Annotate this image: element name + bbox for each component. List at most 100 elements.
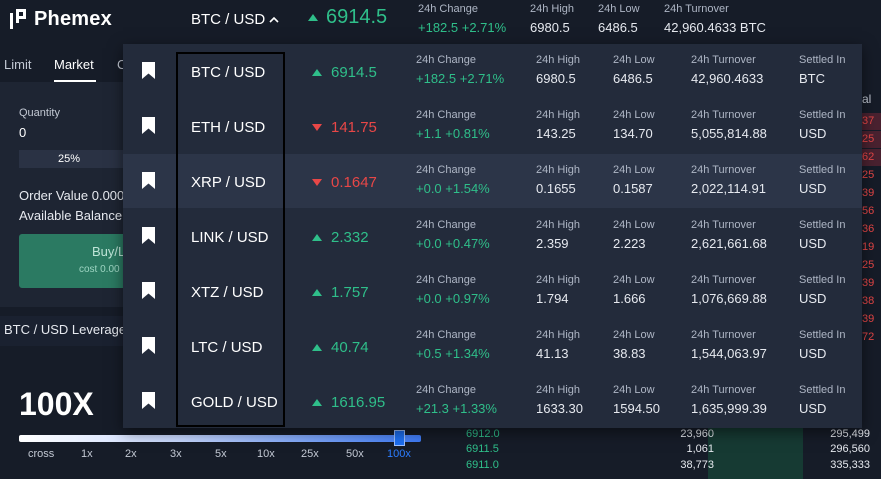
market-high-cell: 24h High 0.1655 [536, 164, 580, 196]
market-turnover-cell: 24h Turnover 1,635,999.39 [691, 384, 767, 416]
market-low-cell: 24h Low 2.223 [613, 219, 655, 251]
bookmark-icon[interactable] [142, 227, 155, 244]
market-low-value: 134.70 [613, 126, 653, 141]
orderbook-edge-number: 39 [862, 277, 875, 289]
leverage-tick-active[interactable]: 100x [387, 448, 411, 460]
market-last-price: 1.757 [312, 284, 369, 301]
market-settled-value: USD [799, 236, 827, 251]
leverage-tick[interactable]: 5x [215, 448, 227, 460]
market-turnover-value: 2,621,661.68 [691, 236, 767, 251]
chevron-up-icon [269, 16, 279, 23]
market-settled-cell: Settled In USD [799, 384, 845, 416]
market-settled-value: USD [799, 181, 827, 196]
orderbook-size: 1,061 [686, 443, 714, 455]
tab-limit[interactable]: Limit [4, 57, 31, 72]
market-high-cell: 24h High 1.794 [536, 274, 580, 306]
market-change-value: +21.3 +1.33% [416, 401, 497, 416]
column-label: Settled In [799, 109, 846, 121]
market-last-price-value: 2.332 [331, 229, 369, 246]
market-turnover-value: 1,635,999.39 [691, 401, 767, 416]
leverage-tick[interactable]: 3x [170, 448, 182, 460]
price-up-icon [312, 289, 322, 296]
market-low-value: 1594.50 [613, 401, 660, 416]
leverage-tick[interactable]: 25x [301, 448, 319, 460]
column-label: 24h Turnover [691, 219, 756, 231]
leverage-slider[interactable] [19, 435, 421, 442]
market-change-value: +1.1 +0.81% [416, 126, 490, 141]
market-settled-value: BTC [799, 71, 825, 86]
bookmark-icon[interactable] [142, 117, 155, 134]
leverage-tick[interactable]: 50x [346, 448, 364, 460]
market-change-value: +0.5 +1.34% [416, 346, 490, 361]
header-stat-change: 24h Change +182.5 +2.71% [418, 3, 506, 35]
bookmark-icon[interactable] [142, 337, 155, 354]
column-label: 24h High [536, 274, 581, 286]
logo-text: Phemex [34, 8, 112, 30]
market-last-price: 2.332 [312, 229, 369, 246]
column-label: 24h Turnover [691, 54, 756, 66]
header-stat-label: 24h Low [598, 3, 640, 15]
orderbook-edge-number: 37 [862, 115, 875, 127]
leverage-tick[interactable]: 2x [125, 448, 137, 460]
orderbook-edge-label: al [862, 92, 872, 106]
market-high-cell: 24h High 143.25 [536, 109, 580, 141]
leverage-slider-handle[interactable] [394, 430, 405, 446]
market-last-price: 6914.5 [312, 64, 377, 81]
market-last-price-value: 1616.95 [331, 394, 386, 411]
market-change-value: +0.0 +1.54% [416, 181, 490, 196]
price-down-icon [312, 179, 322, 186]
logo[interactable]: Phemex [10, 8, 112, 31]
market-turnover-cell: 24h Turnover 2,621,661.68 [691, 219, 767, 251]
column-label: 24h Turnover [691, 384, 756, 396]
bid-depth-bar [708, 459, 803, 479]
market-low-value: 2.223 [613, 236, 646, 251]
pair-selector[interactable]: BTC / USD [191, 11, 279, 28]
header-last-price: 6914.5 [308, 6, 387, 29]
market-turnover-cell: 24h Turnover 5,055,814.88 [691, 109, 767, 141]
market-change-cell: 24h Change +0.0 +0.97% [416, 274, 490, 306]
leverage-tick[interactable]: cross [28, 448, 54, 460]
column-label: 24h Change [416, 109, 476, 121]
orderbook-edge-number: 25 [862, 259, 875, 271]
bookmark-icon[interactable] [142, 172, 155, 189]
cost-label: cost 0.00 [79, 264, 120, 275]
column-label: 24h Turnover [691, 329, 756, 341]
price-up-icon [312, 399, 322, 406]
tab-market[interactable]: Market [54, 57, 94, 72]
symbol-column-outline [176, 52, 285, 427]
orderbook-row[interactable]: 6911.0 38,773 335,333 [440, 459, 881, 479]
order-value-label: Order Value 0.000 [19, 188, 125, 203]
market-low-value: 38.83 [613, 346, 646, 361]
market-settled-cell: Settled In USD [799, 109, 845, 141]
market-high-value: 41.13 [536, 346, 569, 361]
quantity-input[interactable]: 0 [19, 125, 26, 140]
price-up-icon [308, 14, 318, 21]
market-turnover-value: 2,022,114.91 [691, 181, 766, 196]
market-low-cell: 24h Low 1594.50 [613, 384, 660, 416]
market-low-cell: 24h Low 0.1587 [613, 164, 655, 196]
leverage-tick[interactable]: 10x [257, 448, 275, 460]
bookmark-icon[interactable] [142, 282, 155, 299]
market-high-value: 0.1655 [536, 181, 576, 196]
market-high-value: 143.25 [536, 126, 576, 141]
orderbook-edge-number: 19 [862, 241, 875, 253]
market-last-price-value: 141.75 [331, 119, 377, 136]
buy-long-button[interactable] [19, 234, 129, 288]
orderbook-edge-number: 56 [862, 205, 875, 217]
market-high-value: 1.794 [536, 291, 569, 306]
market-settled-value: USD [799, 401, 827, 416]
orderbook-edge-number: 39 [862, 313, 875, 325]
header-stat-value: +182.5 +2.71% [418, 20, 507, 35]
bookmark-icon[interactable] [142, 392, 155, 409]
leverage-tick[interactable]: 1x [81, 448, 93, 460]
bookmark-icon[interactable] [142, 62, 155, 79]
column-label: 24h Low [613, 164, 655, 176]
market-change-cell: 24h Change +182.5 +2.71% [416, 54, 504, 86]
header-stat-turnover: 24h Turnover 42,960.4633 BTC [664, 3, 766, 35]
column-label: 24h Change [416, 384, 476, 396]
column-label: 24h Low [613, 329, 655, 341]
column-label: 24h High [536, 384, 581, 396]
market-settled-cell: Settled In USD [799, 164, 845, 196]
leverage-ticks: cross 1x 2x 3x 5x 10x 25x 50x 100x [0, 448, 430, 466]
market-change-cell: 24h Change +0.0 +1.54% [416, 164, 490, 196]
